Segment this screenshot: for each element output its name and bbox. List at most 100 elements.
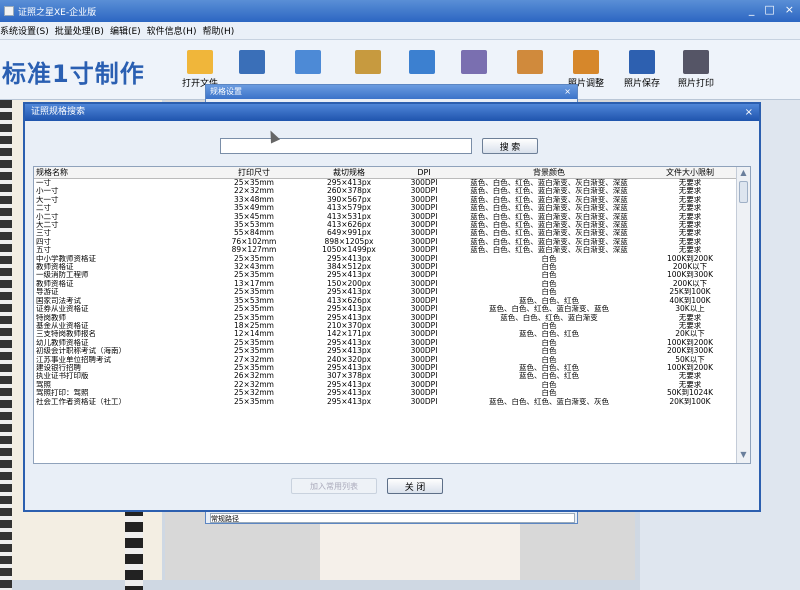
col-crop-size[interactable]: 裁切规格 xyxy=(304,167,394,179)
menu-system[interactable]: 系统设置(S) xyxy=(0,24,55,37)
table-row[interactable]: 初级会计职称考试（海南） 25×35mm 295×413px 300DPI 白色 200K… xyxy=(34,347,736,355)
table-row[interactable]: 中小学教师资格证 25×35mm 295×413px 300DPI 白色 100K到200… xyxy=(34,255,736,263)
spec-settings-close-icon[interactable]: × xyxy=(564,85,571,99)
cell-file-limit: 无要求 xyxy=(678,246,702,255)
col-bg-color[interactable]: 背景颜色 xyxy=(454,167,644,179)
table-row[interactable]: 驾照 22×32mm 295×413px 300DPI 白色 无要求 xyxy=(34,381,736,389)
table-row[interactable]: 特岗教师 25×35mm 295×413px 300DPI 蓝色、白色、红色、蓝白渐变 无… xyxy=(34,314,736,322)
table-row[interactable]: 教师资格证 32×43mm 384×512px 300DPI 白色 200K以下 xyxy=(34,263,736,271)
cell-dpi: 300DPI xyxy=(410,279,438,288)
dialog-close-icon[interactable]: × xyxy=(745,104,753,121)
table-row[interactable]: 幼儿教师资格证 25×35mm 295×413px 300DPI 白色 100K到200K xyxy=(34,339,736,347)
path-field[interactable]: 常规路径 xyxy=(210,513,575,523)
add-to-favorites-button[interactable]: 加入常用列表 xyxy=(291,478,377,494)
col-spec-name[interactable]: 规格名称 xyxy=(34,167,204,179)
spec-table[interactable]: 规格名称 打印尺寸 裁切规格 DPI 背景颜色 文件大小限制 一寸 25×35mm… xyxy=(33,166,751,464)
toolbar-button-1[interactable] xyxy=(222,50,282,76)
toolbar-button-2[interactable] xyxy=(278,50,338,76)
menu-edit[interactable]: 编辑(E) xyxy=(110,24,147,37)
toolbar-button-8[interactable]: 照片保存 xyxy=(612,50,672,89)
toolbar-label: 照片打印 xyxy=(677,79,714,89)
cell-dpi: 300DPI xyxy=(410,195,438,204)
minimize-button[interactable]: _ xyxy=(749,3,755,16)
table-row[interactable]: 建设银行招聘 25×35mm 295×413px 300DPI 蓝色、白色、红色 100K… xyxy=(34,364,736,372)
table-row[interactable]: 社会工作者资格证（社工） 25×35mm 295×413px 300DPI 蓝色、白色、… xyxy=(34,398,736,406)
cell-print-size: 27×32mm xyxy=(234,355,274,364)
table-row[interactable]: 证券从业资格证 25×35mm 295×413px 300DPI 蓝色、白色、红色、蓝白… xyxy=(34,305,736,313)
cell-dpi: 300DPI xyxy=(410,178,438,187)
cell-crop-size: 240×320px xyxy=(326,355,372,364)
table-header-row: 规格名称 打印尺寸 裁切规格 DPI 背景颜色 文件大小限制 xyxy=(34,167,736,179)
table-scrollbar[interactable]: ▲ ▼ xyxy=(736,167,750,463)
col-print-size[interactable]: 打印尺寸 xyxy=(204,167,304,179)
spec-search-title: 证照规格搜索 xyxy=(31,107,86,117)
cell-print-size: 13×17mm xyxy=(234,279,274,288)
table-row[interactable]: 五寸 89×127mm 1050×1499px 300DPI 蓝色、白色、红色、蓝白渐变… xyxy=(34,246,736,254)
cell-dpi: 300DPI xyxy=(410,355,438,364)
spec-search-titlebar: 证照规格搜索 × xyxy=(25,104,759,121)
col-file-limit[interactable]: 文件大小限制 xyxy=(644,167,736,179)
table-row[interactable]: 一寸 25×35mm 295×413px 300DPI 蓝色、白色、红色、蓝白渐变、灰白… xyxy=(34,179,736,188)
cell-file-limit: 200K到300K xyxy=(667,347,713,356)
table-row[interactable]: 国家司法考试 35×53mm 413×626px 300DPI 蓝色、白色、红色 40K到… xyxy=(34,297,736,305)
table-row[interactable]: 执业证书打印版 26×32mm 307×378px 300DPI 蓝色、白色、红色 无要求 xyxy=(34,372,736,380)
cell-bg-color: 蓝色、白色、红色 xyxy=(519,372,579,381)
cell-name: 一寸 xyxy=(36,178,51,187)
cell-print-size: 26×32mm xyxy=(234,372,274,381)
cell-dpi: 300DPI xyxy=(410,321,438,330)
cell-file-limit: 无要求 xyxy=(678,221,702,230)
cell-file-limit: 100K到200K xyxy=(667,363,713,372)
toolbar-button-5[interactable] xyxy=(444,50,504,76)
table-row[interactable]: 三支特岗教师报名 12×14mm 142×171px 300DPI 蓝色、白色、红色 20… xyxy=(34,330,736,338)
menu-batch[interactable]: 批量处理(B) xyxy=(55,24,110,37)
menu-software-info[interactable]: 软件信息(H) xyxy=(147,24,203,37)
menu-help[interactable]: 帮助(H) xyxy=(202,24,240,37)
toolbar-button-9[interactable]: 照片打印 xyxy=(666,50,726,89)
toolbar-button-4[interactable] xyxy=(392,50,452,76)
table-row[interactable]: 江苏事业单位招聘考试 27×32mm 240×320px 300DPI 白色 50K以下 xyxy=(34,356,736,364)
cell-dpi: 300DPI xyxy=(410,237,438,246)
table-row[interactable]: 导游证 25×35mm 295×413px 300DPI 白色 25K到100K xyxy=(34,288,736,296)
table-row[interactable]: 大一寸 33×48mm 390×567px 300DPI 蓝色、白色、红色、蓝白渐变、灰… xyxy=(34,196,736,204)
cell-file-limit: 200K以下 xyxy=(672,279,708,288)
crop-icon xyxy=(355,50,381,74)
table-row[interactable]: 一级消防工程师 25×35mm 295×413px 300DPI 白色 100K到300K xyxy=(34,271,736,279)
cell-dpi: 300DPI xyxy=(410,347,438,356)
cell-dpi: 300DPI xyxy=(410,221,438,230)
cell-dpi: 300DPI xyxy=(410,212,438,221)
cell-dpi: 300DPI xyxy=(410,389,438,398)
scroll-up-icon[interactable]: ▲ xyxy=(738,168,749,180)
table-row[interactable]: 二寸 35×49mm 413×579px 300DPI 蓝色、白色、红色、蓝白渐变、灰白… xyxy=(34,204,736,212)
cell-crop-size: 898×1205px xyxy=(324,237,374,246)
table-row[interactable]: 三寸 55×84mm 649×991px 300DPI 蓝色、白色、红色、蓝白渐变、灰白… xyxy=(34,229,736,237)
search-input[interactable] xyxy=(220,138,472,154)
cell-print-size: 18×25mm xyxy=(234,321,274,330)
cell-file-limit: 无要求 xyxy=(678,178,702,187)
cell-print-size: 25×35mm xyxy=(234,254,274,263)
cell-name: 小二寸 xyxy=(36,212,59,221)
cell-name: 执业证书打印版 xyxy=(36,372,89,381)
toolbar-button-3[interactable] xyxy=(338,50,398,76)
cell-bg-color: 蓝色、白色、红色、蓝白渐变 xyxy=(500,313,598,322)
table-row[interactable]: 基金从业资格证 18×25mm 210×370px 300DPI 白色 无要求 xyxy=(34,322,736,330)
cell-crop-size: 295×413px xyxy=(326,305,372,314)
close-button[interactable]: 关 闭 xyxy=(387,478,443,494)
scroll-thumb[interactable] xyxy=(739,181,748,203)
scroll-down-icon[interactable]: ▼ xyxy=(738,450,749,462)
table-row[interactable]: 小二寸 35×45mm 413×531px 300DPI 蓝色、白色、红色、蓝白渐变、灰… xyxy=(34,213,736,221)
window-titlebar: 证照之星XE-企业版 _ □ × xyxy=(0,0,800,22)
table-row[interactable]: 教师资格证 13×17mm 150×200px 300DPI 白色 200K以下 xyxy=(34,280,736,288)
maximize-button[interactable]: □ xyxy=(764,3,774,16)
table-row[interactable]: 驾照打印：驾照 25×32mm 295×413px 300DPI 白色 50K到1024K xyxy=(34,389,736,397)
toolbar-button-6[interactable] xyxy=(500,50,560,76)
table-row[interactable]: 大二寸 35×53mm 413×626px 300DPI 蓝色、白色、红色、蓝白渐变、灰… xyxy=(34,221,736,229)
table-row[interactable]: 小一寸 22×32mm 260×378px 300DPI 蓝色、白色、红色、蓝白渐变、灰… xyxy=(34,187,736,195)
col-dpi[interactable]: DPI xyxy=(394,167,454,179)
close-window-button[interactable]: × xyxy=(785,3,794,16)
cell-name: 特岗教师 xyxy=(36,313,66,322)
search-button[interactable]: 搜 索 xyxy=(482,138,538,154)
cell-bg-color: 蓝色、白色、红色、蓝白渐变、灰白渐变、深蓝 xyxy=(470,204,628,213)
table-row[interactable]: 四寸 76×102mm 898×1205px 300DPI 蓝色、白色、红色、蓝白渐变、… xyxy=(34,238,736,246)
cell-print-size: 89×127mm xyxy=(231,246,277,255)
cell-bg-color: 蓝色、白色、红色、蓝白渐变、灰白渐变、深蓝 xyxy=(470,212,628,221)
